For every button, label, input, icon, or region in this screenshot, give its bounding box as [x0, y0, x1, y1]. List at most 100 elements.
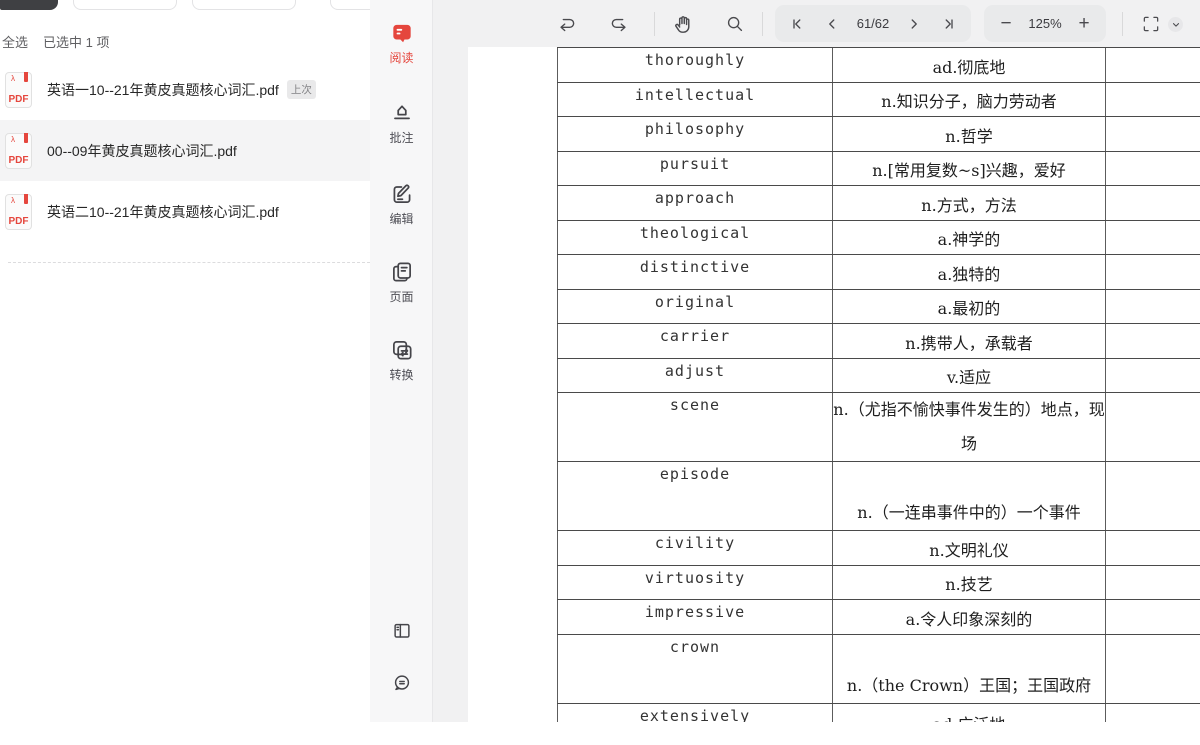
last-page-button[interactable]	[938, 12, 958, 36]
hand-icon	[672, 13, 695, 36]
redo-icon	[608, 14, 630, 36]
comment-icon	[391, 672, 413, 694]
fullscreen-button[interactable]	[1138, 11, 1164, 37]
toolbar-divider	[654, 12, 655, 36]
chevron-down-icon	[1171, 20, 1181, 30]
pages-icon	[389, 259, 415, 285]
rail-label-convert: 转换	[389, 366, 413, 383]
chevron-left-icon	[824, 16, 840, 32]
pdf-viewer: 61/62 − 125% +	[433, 0, 1200, 722]
first-page-button[interactable]	[788, 12, 808, 36]
pdf-page[interactable]: thoroughly ad.彻底地 intellectual n.知识分子，脑力…	[468, 47, 1200, 722]
zoom-out-button[interactable]: −	[996, 12, 1016, 36]
zoom-level[interactable]: 125%	[1028, 16, 1061, 31]
view-mode-dropdown[interactable]	[1168, 17, 1183, 32]
table-row: extensively ad.广泛地	[557, 704, 1200, 723]
search-button[interactable]	[721, 10, 749, 38]
pdf-file-icon: λ PDF	[5, 194, 32, 230]
table-row: distinctive a.独特的	[557, 255, 1200, 290]
vocab-meaning: ad.广泛地	[933, 714, 1006, 723]
vocab-word: pursuit	[660, 156, 730, 173]
read-icon	[389, 20, 415, 46]
next-page-button[interactable]	[904, 12, 924, 36]
rail-item-convert[interactable]: 转换	[370, 337, 433, 383]
table-row: theological a.神学的	[557, 221, 1200, 256]
zoom-in-button[interactable]: +	[1074, 12, 1094, 36]
tab-active[interactable]	[0, 0, 58, 10]
table-row: crown n.（the Crown）王国；王国政府	[557, 635, 1200, 704]
vocab-meaning: n.知识分子，脑力劳动者	[881, 91, 1056, 113]
file-item-3[interactable]: λ PDF 英语二10--21年黄皮真题核心词汇.pdf	[0, 181, 370, 242]
select-all-link[interactable]: 全选	[2, 32, 28, 51]
vocab-meaning: n.（尤指不愉快事件发生的）地点，现场	[833, 393, 1105, 461]
rail-label-read: 阅读	[389, 49, 413, 66]
pdf-file-icon: λ PDF	[5, 133, 32, 169]
table-row: pursuit n.[常用复数~s]兴趣，爱好	[557, 152, 1200, 187]
search-icon	[724, 13, 746, 35]
undo-button[interactable]	[553, 11, 581, 39]
hand-tool-button[interactable]	[669, 10, 697, 38]
side-panel-icon	[391, 620, 413, 642]
vocab-meaning: a.最初的	[938, 298, 1001, 320]
vocab-word: adjust	[665, 363, 725, 380]
vocab-word: thoroughly	[645, 52, 745, 69]
highlighter-icon	[389, 100, 415, 126]
rail-item-pages[interactable]: 页面	[370, 259, 433, 305]
file-item-2[interactable]: λ PDF 00--09年黄皮真题核心词汇.pdf	[0, 120, 370, 181]
table-row: civility n.文明礼仪	[557, 531, 1200, 566]
vocab-word: scene	[670, 397, 720, 414]
page-indicator[interactable]: 61/62	[857, 16, 890, 31]
table-row: virtuosity n.技艺	[557, 566, 1200, 601]
vocab-word: impressive	[645, 604, 745, 621]
rail-item-read[interactable]: 阅读	[370, 20, 433, 66]
vocab-meaning: n.技艺	[945, 574, 992, 596]
panel-toggle-button[interactable]	[370, 620, 433, 642]
vocab-word: philosophy	[645, 121, 745, 138]
vocab-word: intellectual	[635, 87, 755, 104]
vocab-meaning: n.文明礼仪	[929, 540, 1008, 562]
file-name: 00--09年黄皮真题核心词汇.pdf	[47, 141, 237, 161]
vocab-word: approach	[655, 190, 735, 207]
vocab-meaning: n.（the Crown）王国；王国政府	[833, 669, 1105, 703]
vocab-meaning: a.独特的	[938, 264, 1001, 286]
file-item-1[interactable]: λ PDF 英语一10--21年黄皮真题核心词汇.pdf 上次	[0, 59, 370, 120]
previous-page-button[interactable]	[822, 12, 842, 36]
mode-rail: 阅读 批注 编辑 页面	[370, 0, 433, 722]
table-row: approach n.方式，方法	[557, 186, 1200, 221]
undo-icon	[556, 14, 578, 36]
vocab-meaning: n.[常用复数~s]兴趣，爱好	[872, 160, 1066, 182]
table-row: carrier n.携带人，承载者	[557, 324, 1200, 359]
list-divider	[8, 262, 370, 263]
convert-icon	[389, 337, 415, 363]
table-row: original a.最初的	[557, 290, 1200, 325]
vocab-word: original	[655, 294, 735, 311]
edit-icon	[389, 181, 415, 207]
vocab-word: civility	[655, 535, 735, 552]
vocab-word: episode	[660, 466, 730, 483]
toolbar-divider	[762, 12, 763, 36]
fullscreen-icon	[1141, 14, 1161, 34]
vocab-word: extensively	[640, 708, 750, 723]
table-row: impressive a.令人印象深刻的	[557, 600, 1200, 635]
app-window: 全选 已选中 1 项 λ PDF 英语一10--21年黄皮真题核心词汇.pdf …	[0, 0, 1200, 745]
table-row: philosophy n.哲学	[557, 117, 1200, 152]
vocab-meaning: n.（一连串事件中的）一个事件	[833, 496, 1105, 530]
zoom-control-group: − 125% +	[984, 5, 1106, 42]
tab-2[interactable]	[73, 0, 177, 10]
feedback-button[interactable]	[370, 672, 433, 694]
rail-label-edit: 编辑	[389, 210, 413, 227]
pdf-file-icon: λ PDF	[5, 72, 32, 108]
vocab-meaning: n.方式，方法	[921, 195, 1016, 217]
rail-item-annotate[interactable]: 批注	[370, 100, 433, 146]
tab-4[interactable]	[330, 0, 370, 10]
recent-badge: 上次	[287, 80, 316, 99]
tab-3[interactable]	[192, 0, 296, 10]
vocab-word: distinctive	[640, 259, 750, 276]
vocab-meaning: a.神学的	[938, 229, 1001, 251]
redo-button[interactable]	[605, 11, 633, 39]
rail-item-edit[interactable]: 编辑	[370, 181, 433, 227]
vocab-word: theological	[640, 225, 750, 242]
file-manager-sidebar: 全选 已选中 1 项 λ PDF 英语一10--21年黄皮真题核心词汇.pdf …	[0, 0, 370, 722]
table-row: thoroughly ad.彻底地	[557, 48, 1200, 83]
vocab-meaning: a.令人印象深刻的	[906, 609, 1033, 631]
